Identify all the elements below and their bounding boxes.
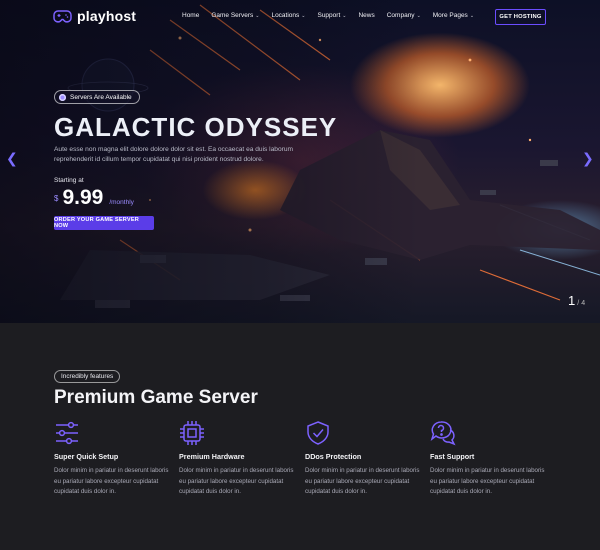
shield-check-icon — [307, 421, 329, 445]
gamepad-icon — [53, 9, 72, 23]
feature-text: Dolor minim in pariatur in deserunt labo… — [54, 467, 169, 495]
feature-item: Premium Hardware Dolor minim in pariatur… — [179, 420, 294, 498]
features-title: Premium Game Server — [54, 387, 258, 408]
slide-current: 1 — [568, 293, 576, 308]
hero-description: Aute esse non magna elit dolore dolore d… — [54, 146, 293, 163]
slide-separator: / — [577, 300, 580, 307]
nav-item-label: Home — [182, 12, 200, 19]
nav-item-label: Company — [386, 12, 415, 19]
feature-item: Super Quick Setup Dolor minim in pariatu… — [54, 420, 169, 498]
chevron-down-icon: ⌄ — [255, 12, 260, 19]
feature-item: DDos Protection Dolor minim in pariatur … — [305, 420, 420, 498]
get-hosting-button[interactable]: GET HOSTING — [495, 9, 546, 25]
feature-item: Fast Support Dolor minim in pariatur in … — [430, 420, 545, 498]
nav-item-home[interactable]: Home — [182, 12, 199, 19]
top-navigation: playhost Home Game Servers ⌄ Locations ⌄ S… — [0, 0, 600, 34]
nav-item-company[interactable]: Company ⌄ — [387, 12, 421, 19]
availability-badge-label: Servers Are Available — [70, 93, 132, 101]
nav-item-more-pages[interactable]: More Pages ⌄ — [433, 12, 474, 19]
price-display: $ 9.99 /monthly — [54, 186, 134, 210]
nav-menu: Home Game Servers ⌄ Locations ⌄ Support ⌄ N… — [182, 12, 486, 19]
feature-title: Fast Support — [430, 452, 475, 461]
feature-title: Premium Hardware — [179, 452, 245, 461]
cpu-chip-icon — [180, 421, 204, 445]
hero-banner: playhost Home Game Servers ⌄ Locations ⌄ S… — [0, 0, 600, 323]
chevron-down-icon: ⌄ — [416, 12, 421, 19]
sliders-icon — [56, 421, 78, 445]
feature-text: Dolor minim in pariatur in deserunt labo… — [179, 467, 294, 495]
nav-item-support[interactable]: Support ⌄ — [317, 12, 346, 19]
slider-prev-icon[interactable]: ❮ — [6, 150, 18, 167]
chevron-down-icon: ⌄ — [301, 12, 306, 19]
nav-item-label: Locations — [271, 12, 300, 19]
feature-text: Dolor minim in pariatur in deserunt labo… — [305, 467, 420, 495]
nav-item-news[interactable]: News — [358, 12, 374, 19]
features-section: Incredibly features Premium Game Server … — [0, 323, 600, 550]
chevron-down-icon: ⌄ — [469, 12, 475, 19]
brand-name: playhost — [77, 8, 137, 24]
features-badge: Incredibly features — [54, 370, 121, 383]
starting-at-label: Starting at — [54, 177, 84, 184]
price-value: 9.99 — [62, 186, 104, 209]
nav-item-game-servers[interactable]: Game Servers ⌄ — [211, 12, 259, 19]
nav-item-locations[interactable]: Locations ⌄ — [271, 12, 305, 19]
feature-title: Super Quick Setup — [54, 452, 119, 461]
slide-counter: 1 / 4 — [568, 293, 585, 308]
hero-title: GALACTIC ODYSSEY — [54, 112, 338, 142]
chevron-down-icon: ⌄ — [342, 12, 347, 19]
price-currency: $ — [54, 194, 59, 203]
feature-text: Dolor minim in pariatur in deserunt labo… — [430, 467, 545, 495]
order-server-button[interactable]: ORDER YOUR GAME SERVER NOW — [54, 216, 154, 230]
nav-item-label: More Pages — [432, 12, 468, 19]
slide-total: 4 — [581, 300, 586, 307]
price-period: /monthly — [109, 199, 134, 206]
feature-title: DDos Protection — [305, 452, 362, 461]
nav-item-label: Game Servers — [211, 12, 254, 19]
status-dot-icon — [59, 93, 66, 101]
slider-next-icon[interactable]: ❯ — [582, 150, 594, 167]
nav-item-label: Support — [317, 12, 341, 19]
nav-item-label: News — [358, 12, 375, 19]
brand-logo[interactable]: playhost — [53, 8, 136, 24]
chat-question-icon — [430, 421, 456, 446]
availability-badge: Servers Are Available — [54, 90, 140, 104]
